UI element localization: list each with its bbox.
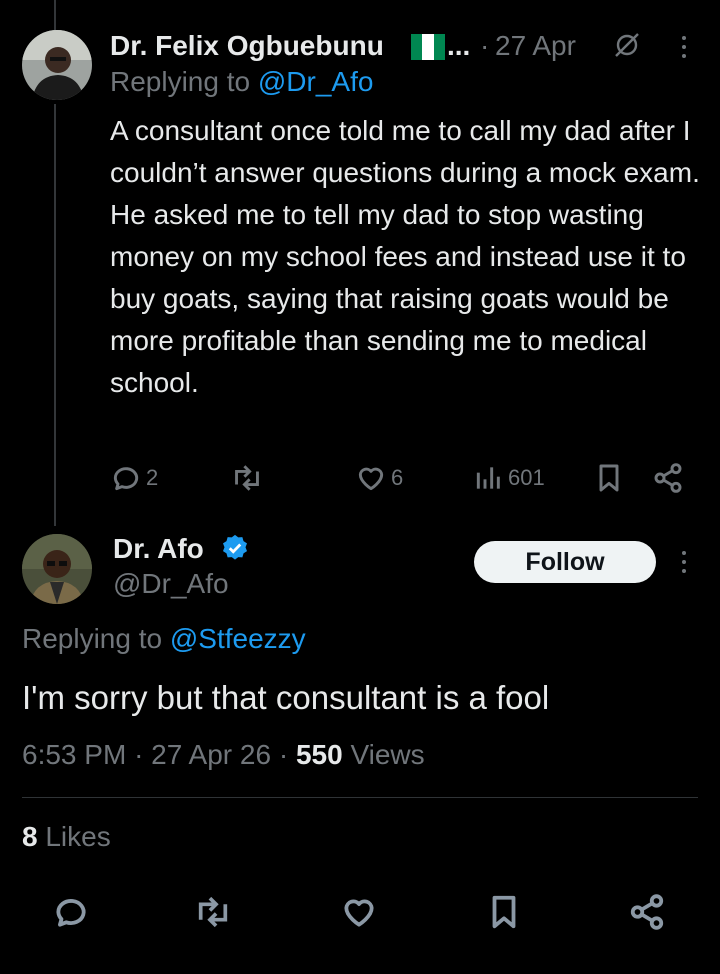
share-icon <box>654 463 682 493</box>
bookmark-icon <box>599 464 619 492</box>
thread-line-top <box>54 0 56 30</box>
retweet-button[interactable] <box>230 462 264 494</box>
author-name[interactable]: Dr. Afo <box>113 533 204 565</box>
replying-to: Replying to @Dr_Afo <box>110 66 373 98</box>
retweet-icon <box>235 465 259 491</box>
views-label: Views <box>350 739 425 770</box>
replying-prefix: Replying to <box>22 623 163 654</box>
bookmark-button[interactable] <box>486 893 522 936</box>
bookmark-icon <box>492 895 516 929</box>
dot-separator: · <box>134 739 144 770</box>
bookmark-button[interactable] <box>594 462 624 494</box>
avatar[interactable] <box>22 534 92 604</box>
verified-icon <box>220 533 250 568</box>
like-button[interactable] <box>340 893 378 936</box>
reply-button[interactable]: 2 <box>110 462 158 494</box>
mute-icon[interactable] <box>612 30 642 65</box>
like-button[interactable]: 6 <box>355 462 403 494</box>
reply-icon <box>56 899 86 927</box>
like-count: 6 <box>391 465 404 490</box>
reply-icon <box>113 467 139 491</box>
nigeria-flag-icon <box>411 34 445 60</box>
thread-line <box>54 104 56 526</box>
more-icon[interactable] <box>681 36 687 63</box>
views-icon <box>476 467 500 489</box>
tweet-date[interactable]: 27 Apr 26 <box>151 739 271 770</box>
tweet-meta: 6:53 PM · 27 Apr 26 · 550 Views <box>22 739 425 771</box>
views-count: 601 <box>508 465 545 490</box>
likes-label: Likes <box>45 821 111 852</box>
likes-summary[interactable]: 8 Likes <box>22 821 111 853</box>
like-icon <box>344 899 374 927</box>
tweet-time[interactable]: 6:53 PM <box>22 739 126 770</box>
reply-button[interactable] <box>52 893 90 936</box>
follow-button[interactable]: Follow <box>474 541 656 583</box>
views-button[interactable]: 601 <box>474 462 545 494</box>
replying-to: Replying to @Stfeezzy <box>22 623 306 655</box>
likes-count: 8 <box>22 821 38 852</box>
tweet-date[interactable]: 27 Apr <box>495 30 576 62</box>
dot-separator: · <box>278 739 289 770</box>
author-handle[interactable]: @Dr_Afo <box>113 568 229 600</box>
share-button[interactable] <box>652 462 684 494</box>
divider <box>22 797 698 798</box>
dot-separator: · <box>480 30 490 61</box>
more-icon[interactable] <box>681 551 687 578</box>
replying-handle-link[interactable]: @Dr_Afo <box>258 66 374 97</box>
share-icon <box>630 894 664 930</box>
views-count: 550 <box>295 739 343 770</box>
retweet-icon <box>198 896 228 928</box>
author-name-text[interactable]: Dr. Afo <box>113 533 204 564</box>
replying-handle-link[interactable]: @Stfeezzy <box>170 623 306 654</box>
avatar[interactable] <box>22 30 92 100</box>
retweet-button[interactable] <box>193 893 233 936</box>
author-name[interactable]: Dr. Felix Ogbuebunu <box>110 30 384 62</box>
tweet-body: A consultant once told me to call my dad… <box>110 115 700 398</box>
like-icon <box>358 467 384 491</box>
replying-prefix: Replying to <box>110 66 251 97</box>
name-truncation: ... <box>447 30 471 61</box>
share-button[interactable] <box>628 893 666 936</box>
tweet-body: I'm sorry but that consultant is a fool <box>22 679 550 716</box>
reply-count: 2 <box>146 465 159 490</box>
author-name-text[interactable]: Dr. Felix Ogbuebunu <box>110 30 384 61</box>
